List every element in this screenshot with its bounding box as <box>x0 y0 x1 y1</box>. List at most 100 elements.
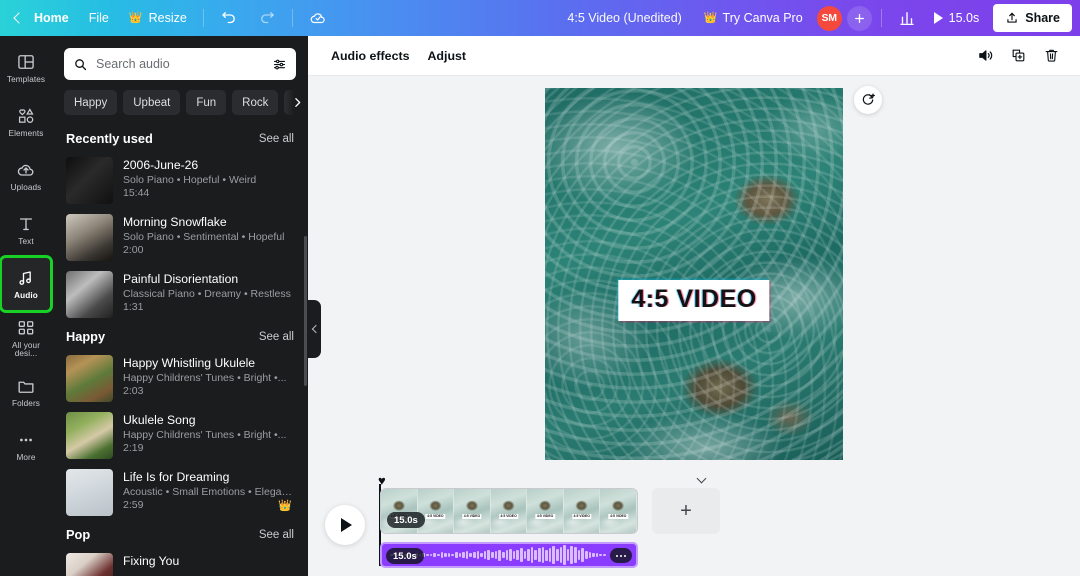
collapse-pages-button[interactable] <box>691 473 711 487</box>
sidebar-item-label: Audio <box>14 290 38 300</box>
see-all-link[interactable]: See all <box>259 529 294 541</box>
chip-label: Upbeat <box>133 96 171 109</box>
panel-scrollbar[interactable] <box>304 236 307 386</box>
sidebar-item-more[interactable]: More <box>2 420 50 472</box>
track-meta: Fixing You <box>123 553 294 569</box>
frame-text: 4:5 VIDEO <box>571 513 592 519</box>
delete-button[interactable] <box>1036 42 1066 70</box>
list-item[interactable]: 2006-June-26 Solo Piano • Hopeful • Weir… <box>52 152 308 209</box>
track-name: Painful Disorientation <box>123 272 239 286</box>
see-all-link[interactable]: See all <box>259 133 294 145</box>
audio-note-icon <box>19 271 31 285</box>
redo-icon <box>260 12 274 24</box>
search-section <box>52 36 308 88</box>
volume-icon <box>978 50 992 61</box>
audio-track[interactable]: 15.0s <box>380 542 638 568</box>
animate-page-button[interactable] <box>854 86 882 114</box>
video-duration-label: 15.0s <box>394 514 418 526</box>
insights-bar-chart-icon <box>899 12 914 26</box>
section-header-happy: Happy See all <box>52 323 308 350</box>
header-divider-2 <box>291 9 293 27</box>
cloud-save-status-button[interactable] <box>300 5 336 31</box>
audio-effects-button[interactable]: Audio effects <box>322 43 418 69</box>
add-page-button[interactable]: + <box>652 488 720 534</box>
track-meta: Morning Snowflake Solo Piano • Sentiment… <box>123 214 294 257</box>
document-title[interactable]: 4:5 Video (Unedited) <box>555 11 693 25</box>
list-item[interactable]: Ukulele Song Happy Childrens' Tunes • Br… <box>52 407 308 464</box>
track-duration: 2:19 <box>123 442 144 454</box>
list-item[interactable]: Fixing You <box>52 548 308 576</box>
sidebar-item-text[interactable]: Text <box>2 204 50 256</box>
timeline-play-button[interactable] <box>325 505 365 545</box>
duplicate-button[interactable] <box>1003 42 1033 70</box>
list-item[interactable]: Life Is for Dreaming Acoustic • Small Em… <box>52 464 308 521</box>
file-menu-button[interactable]: File <box>80 5 118 31</box>
track-tags: Solo Piano • Hopeful • Weird <box>123 174 257 186</box>
video-frame: 4:5 VIDEO <box>563 489 601 533</box>
try-canva-pro-button[interactable]: 👑 Try Canva Pro <box>694 5 813 31</box>
text-element-banner[interactable]: 4:5 VIDEO <box>618 280 770 321</box>
video-track[interactable]: 4:5 VIDEO 4:5 VIDEO 4:5 VIDEO 4:5 VIDEO … <box>380 488 638 534</box>
see-all-link[interactable]: See all <box>259 331 294 343</box>
video-frame: 4:5 VIDEO <box>527 489 564 533</box>
adjust-button[interactable]: Adjust <box>418 43 475 69</box>
audio-track-menu-button[interactable] <box>610 548 632 563</box>
section-title: Happy <box>66 329 106 344</box>
chip-label: Fun <box>196 96 217 109</box>
list-item[interactable]: Painful Disorientation Classical Piano •… <box>52 266 308 323</box>
chip-rock[interactable]: Rock <box>232 90 279 115</box>
audio-effects-label: Audio effects <box>331 48 410 63</box>
chip-label: Happy <box>74 96 108 109</box>
chip-upbeat[interactable]: Upbeat <box>123 90 181 115</box>
avatar[interactable]: SM <box>816 5 842 31</box>
track-tags: Solo Piano • Sentimental • Hopeful <box>123 231 285 243</box>
sidebar-item-all-your-designs[interactable]: All your desi... <box>2 312 50 364</box>
track-name: Morning Snowflake <box>123 215 227 229</box>
back-chevron-icon[interactable] <box>10 10 26 26</box>
search-icon <box>75 58 87 70</box>
filter-sliders-icon[interactable] <box>272 57 287 72</box>
chips-next-arrow-icon[interactable] <box>286 90 308 115</box>
left-rail: Templates Elements Uploads Text Audio Al… <box>0 36 52 576</box>
track-thumbnail <box>66 469 113 516</box>
add-collaborator-button[interactable] <box>846 5 872 31</box>
audio-panel: Happy Upbeat Fun Rock Birthday Recently … <box>52 36 308 576</box>
share-label: Share <box>1025 11 1060 25</box>
track-name: 2006-June-26 <box>123 158 199 172</box>
timeline-area: ♥ 4:5 VIDEO 4:5 VIDEO 4:5 VIDEO 4:5 VIDE… <box>308 466 1080 576</box>
track-duration: 1:31 <box>123 301 144 313</box>
redo-button[interactable] <box>249 5 285 31</box>
track-name: Ukulele Song <box>123 413 196 427</box>
file-label: File <box>88 11 109 25</box>
search-box[interactable] <box>64 48 296 80</box>
insights-button[interactable] <box>889 5 925 31</box>
share-button[interactable]: Share <box>993 4 1072 32</box>
sidebar-item-templates[interactable]: Templates <box>2 42 50 94</box>
undo-button[interactable] <box>211 5 247 31</box>
list-item[interactable]: Happy Whistling Ukulele Happy Childrens'… <box>52 350 308 407</box>
chip-fun[interactable]: Fun <box>186 90 227 115</box>
elements-icon <box>18 108 34 123</box>
sidebar-item-folders[interactable]: Folders <box>2 366 50 418</box>
sidebar-item-audio[interactable]: Audio <box>2 258 50 310</box>
more-dots-icon <box>616 554 626 557</box>
header-divider <box>202 9 204 27</box>
volume-button[interactable] <box>970 42 1000 70</box>
resize-button[interactable]: 👑 Resize <box>120 5 196 31</box>
track-meta: Ukulele Song Happy Childrens' Tunes • Br… <box>123 412 294 455</box>
panel-collapse-handle[interactable] <box>308 300 321 358</box>
list-item[interactable]: Morning Snowflake Solo Piano • Sentiment… <box>52 209 308 266</box>
sidebar-item-label: Templates <box>6 74 46 84</box>
sidebar-item-elements[interactable]: Elements <box>2 96 50 148</box>
home-button[interactable]: Home <box>25 5 78 31</box>
design-page[interactable]: 4:5 VIDEO <box>545 88 843 460</box>
track-tags: Happy Childrens' Tunes • Bright •... <box>123 429 287 441</box>
preview-play-button[interactable]: 15.0s <box>926 5 988 31</box>
context-toolbar: Audio effects Adjust <box>308 36 1080 76</box>
search-input[interactable] <box>96 57 264 71</box>
all-designs-grid-icon <box>18 320 34 335</box>
track-meta: Life Is for Dreaming Acoustic • Small Em… <box>123 469 294 512</box>
sidebar-item-uploads[interactable]: Uploads <box>2 150 50 202</box>
audio-duration-badge: 15.0s <box>386 548 424 564</box>
chip-happy[interactable]: Happy <box>64 90 118 115</box>
